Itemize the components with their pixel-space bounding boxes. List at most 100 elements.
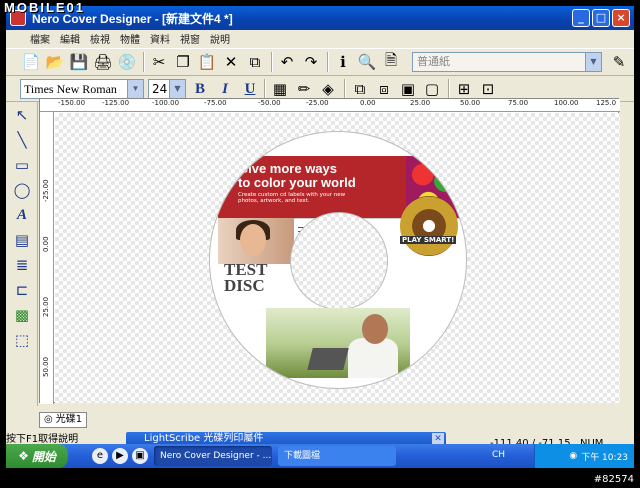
media-player-icon[interactable]: ▶ xyxy=(112,448,128,464)
ellipse-tool-icon[interactable]: ◯ xyxy=(10,178,34,202)
menu-file[interactable]: 檔案 xyxy=(30,31,50,46)
rectangle-tool-icon[interactable]: ▭ xyxy=(10,153,34,177)
language-indicator[interactable]: CH xyxy=(492,450,505,460)
toolbar-separator xyxy=(327,52,329,72)
image-tool-icon[interactable]: ▩ xyxy=(10,303,34,327)
photo-head xyxy=(362,314,388,344)
checkerboard-workspace[interactable]: Give more ways to color your world Creat… xyxy=(55,113,620,403)
lightscribe-icon[interactable]: 💿 xyxy=(116,51,138,73)
toolbar-separator xyxy=(448,78,450,99)
taskbar: ❖ 開始 e ▶ ▣ Nero Cover Designer - ... 下載圖… xyxy=(6,444,634,468)
minimize-button[interactable]: _ xyxy=(572,9,590,27)
field-tool-icon[interactable]: ▤ xyxy=(10,228,34,252)
save-icon[interactable]: 💾 xyxy=(68,51,90,73)
chevron-down-icon[interactable]: ▼ xyxy=(127,79,143,98)
font-family-select[interactable]: Times New Roman ▼ xyxy=(20,78,144,99)
disc-icon: ◎ xyxy=(44,414,53,425)
ruler-label: -125.00 xyxy=(102,99,130,107)
redo-icon[interactable]: ↷ xyxy=(300,51,322,73)
distribute-icon[interactable]: ⊡ xyxy=(477,78,499,100)
text-tool-icon[interactable]: A xyxy=(10,203,34,227)
tray-icon[interactable]: ◉ xyxy=(569,451,577,461)
info-icon[interactable]: ℹ xyxy=(332,51,354,73)
menu-object[interactable]: 物體 xyxy=(120,31,140,46)
send-back-icon[interactable]: ⧈ xyxy=(373,78,395,100)
pencil-icon[interactable]: ✏ xyxy=(293,78,315,100)
duplicate-icon[interactable]: ⧉ xyxy=(244,51,266,73)
ruler-label: 75.00 xyxy=(508,99,529,107)
desktop-icon[interactable]: ▣ xyxy=(132,448,148,464)
clock: 下午 10:23 xyxy=(581,452,628,463)
site-logo: MOBILE01 xyxy=(4,0,86,15)
ruler-label: -50.00 xyxy=(258,99,281,107)
woman-camera-photo[interactable] xyxy=(218,218,294,264)
design-canvas[interactable]: -150.00 -125.00 -100.00 -75.00 -50.00 -2… xyxy=(39,98,620,404)
underline-button[interactable]: U xyxy=(239,78,261,100)
ie-icon[interactable]: e xyxy=(92,448,108,464)
pointer-icon[interactable]: ↖ xyxy=(10,103,34,127)
toolbar-separator xyxy=(143,52,145,72)
ruler-label: 50.00 xyxy=(460,99,481,107)
menu-view[interactable]: 檢視 xyxy=(90,31,110,46)
ruler-label: -150.00 xyxy=(58,99,86,107)
font-size-select[interactable]: 24 ▼ xyxy=(148,78,186,99)
fill-icon[interactable]: ◈ xyxy=(317,78,339,100)
start-button[interactable]: ❖ 開始 xyxy=(6,444,68,468)
italic-button[interactable]: I xyxy=(214,78,236,100)
menu-bar: 檔案 編輯 檢視 物體 資料 視窗 說明 xyxy=(6,30,634,47)
tab-disc-1[interactable]: ◎ 光碟1 xyxy=(39,412,88,428)
paper-type-value: 普通紙 xyxy=(417,55,450,68)
new-icon[interactable]: 📄 xyxy=(20,51,42,73)
zoom-icon[interactable]: 🔍 xyxy=(356,51,378,73)
photo-laptop xyxy=(307,348,349,370)
print-preview-icon[interactable]: 🗎 xyxy=(380,51,402,73)
align-icon[interactable]: ⊞ xyxy=(453,78,475,100)
ruler-label: -75.00 xyxy=(204,99,227,107)
close-button[interactable]: × xyxy=(612,9,630,27)
ruler-label: 50.00 xyxy=(42,356,50,377)
frame-tool-icon[interactable]: ⬚ xyxy=(10,328,34,352)
menu-help[interactable]: 說明 xyxy=(210,31,230,46)
bold-button[interactable]: B xyxy=(189,78,211,100)
windows-logo-icon: ❖ xyxy=(18,449,29,463)
font-size-value: 24 xyxy=(152,81,168,96)
task-nero[interactable]: Nero Cover Designer - ... xyxy=(154,446,272,466)
cut-icon[interactable]: ✂ xyxy=(148,51,170,73)
disc-label-text[interactable]: TEST DISC xyxy=(224,261,267,294)
group-icon[interactable]: ▣ xyxy=(397,78,419,100)
chevron-down-icon[interactable]: ▼ xyxy=(169,79,185,98)
open-icon[interactable]: 📂 xyxy=(44,51,66,73)
maximize-button[interactable]: □ xyxy=(592,9,610,27)
undo-icon[interactable]: ↶ xyxy=(276,51,298,73)
chevron-down-icon[interactable]: ▼ xyxy=(585,53,601,71)
title-bar: Nero Cover Designer - [新建文件4 *] _ □ × xyxy=(6,6,634,30)
ruler-label: 25.00 xyxy=(42,296,50,317)
line-tool-icon[interactable]: ╲ xyxy=(10,128,34,152)
delete-icon[interactable]: ✕ xyxy=(220,51,242,73)
print-icon[interactable]: 🖨 xyxy=(92,51,114,73)
paper-type-select[interactable]: 普通紙 ▼ xyxy=(412,52,602,72)
disc-tabs: ◎ 光碟1 xyxy=(39,411,88,429)
photo-face xyxy=(240,224,266,256)
ruler-label: 25.00 xyxy=(410,99,431,107)
list-tool-icon[interactable]: ≣ xyxy=(10,253,34,277)
ruler-label: 0.00 xyxy=(42,236,50,252)
cd-label-disc[interactable]: Give more ways to color your world Creat… xyxy=(209,131,467,389)
tab-label: 光碟1 xyxy=(55,414,83,425)
ungroup-icon[interactable]: ▢ xyxy=(421,78,443,100)
copy-icon[interactable]: ❐ xyxy=(172,51,194,73)
task-downloads[interactable]: 下載圖檔 xyxy=(278,446,396,466)
tracklist-tool-icon[interactable]: ⊏ xyxy=(10,278,34,302)
color-palette-icon[interactable]: ▦ xyxy=(269,78,291,100)
bring-front-icon[interactable]: ⧉ xyxy=(349,78,371,100)
menu-edit[interactable]: 編輯 xyxy=(60,31,80,46)
standard-toolbar: 📄 📂 💾 🖨 💿 ✂ ❐ 📋 ✕ ⧉ ↶ ↷ ℹ 🔍 🗎 普通紙 ▼ ✎ xyxy=(6,48,634,76)
pen-tool-icon[interactable]: ✎ xyxy=(608,51,630,73)
menu-window[interactable]: 視窗 xyxy=(180,31,200,46)
horizontal-ruler: -150.00 -125.00 -100.00 -75.00 -50.00 -2… xyxy=(40,99,620,112)
menu-data[interactable]: 資料 xyxy=(150,31,170,46)
start-label: 開始 xyxy=(31,449,56,464)
man-laptop-photo[interactable] xyxy=(266,308,410,378)
ruler-label: 0.00 xyxy=(360,99,376,107)
paste-icon[interactable]: 📋 xyxy=(196,51,218,73)
